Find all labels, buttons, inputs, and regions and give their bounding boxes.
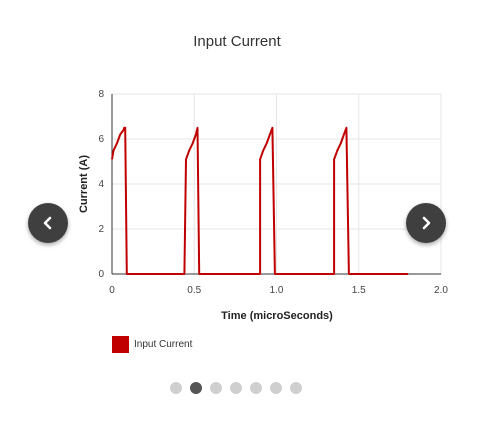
x-tick-label: 1.0 <box>270 285 284 296</box>
legend-swatch <box>112 336 129 353</box>
y-tick-label: 8 <box>98 89 104 100</box>
x-tick-label: 1.5 <box>352 285 366 296</box>
y-tick-label: 0 <box>98 269 104 280</box>
carousel-dot[interactable] <box>290 382 302 394</box>
chart-series <box>111 126 409 275</box>
y-tick-label: 2 <box>98 224 104 235</box>
legend-label: Input Current <box>134 339 193 350</box>
x-axis-label: Time (microSeconds) <box>221 310 333 322</box>
carousel-indicators <box>170 382 310 394</box>
chevron-right-icon <box>422 216 431 230</box>
carousel-dot[interactable] <box>190 382 202 394</box>
chart-carousel: Input Current 0 2 4 6 8 0 0.5 1.0 1.5 2.0 Time (m… <box>0 0 489 441</box>
carousel-dot[interactable] <box>230 382 242 394</box>
x-tick-label: 0 <box>109 285 115 296</box>
chart-grid <box>111 93 442 275</box>
carousel-dot[interactable] <box>270 382 282 394</box>
carousel-prev-button[interactable] <box>28 203 68 243</box>
y-tick-label: 4 <box>98 179 104 190</box>
x-tick-label: 0.5 <box>187 285 201 296</box>
carousel-dot[interactable] <box>250 382 262 394</box>
y-tick-label: 6 <box>98 134 104 145</box>
x-tick-label: 2.0 <box>434 285 448 296</box>
carousel-next-button[interactable] <box>406 203 446 243</box>
chevron-left-icon <box>43 216 52 230</box>
series-line-input-current <box>111 126 409 275</box>
carousel-dot[interactable] <box>210 382 222 394</box>
carousel-dot[interactable] <box>170 382 182 394</box>
chart-legend: Input Current <box>112 336 192 353</box>
y-axis-label: Current (A) <box>78 155 90 213</box>
